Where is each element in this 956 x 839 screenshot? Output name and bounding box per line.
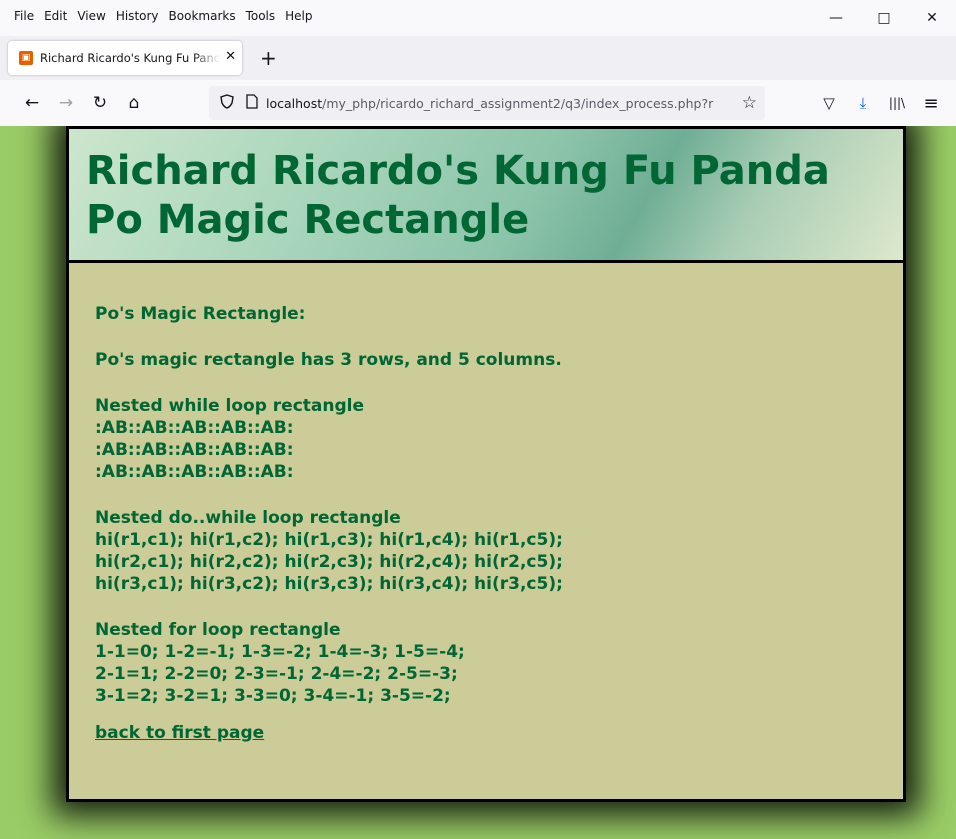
maximize-button[interactable]: □	[860, 0, 908, 36]
close-window-button[interactable]: ✕	[908, 0, 956, 36]
toolbar-right: ▽ ⤓ |||\ ≡	[812, 86, 948, 120]
section-heading: Po's Magic Rectangle:	[95, 304, 306, 324]
menu-tools[interactable]: Tools	[246, 9, 276, 23]
bookmark-star-icon[interactable]: ☆	[742, 93, 757, 113]
for-row: 2-1=1; 2-2=0; 2-3=-1; 2-4=-2; 2-5=-3;	[95, 664, 458, 684]
for-row: 1-1=0; 1-2=-1; 1-3=-2; 1-4=-3; 1-5=-4;	[95, 642, 465, 662]
menu-edit[interactable]: Edit	[44, 9, 67, 23]
url-bar[interactable]: localhost/my_php/ricardo_richard_assignm…	[209, 86, 765, 120]
while-loop-title: Nested while loop rectangle	[95, 396, 365, 416]
page-title-line2: Po Magic Rectangle	[86, 197, 530, 243]
url-path: /my_php/ricardo_richard_assignment2/q3/i…	[322, 95, 714, 111]
while-row: :AB::AB::AB::AB::AB:	[95, 462, 294, 482]
for-row: 3-1=2; 3-2=1; 3-3=0; 3-4=-1; 3-5=-2;	[95, 686, 451, 706]
window-controls: — □ ✕	[812, 0, 956, 36]
reload-button[interactable]: ↻	[83, 86, 117, 120]
while-row: :AB::AB::AB::AB::AB:	[95, 440, 294, 460]
menu-help[interactable]: Help	[285, 9, 312, 23]
pocket-icon[interactable]: ▽	[812, 86, 846, 120]
do-while-row: hi(r2,c1); hi(r2,c2); hi(r2,c3); hi(r2,c…	[95, 552, 563, 572]
do-while-row: hi(r3,c1); hi(r3,c2); hi(r3,c3); hi(r3,c…	[95, 574, 563, 594]
menu-items: File Edit View History Bookmarks Tools H…	[0, 0, 313, 23]
menu-view[interactable]: View	[77, 9, 105, 23]
tab-close-icon[interactable]: ✕	[225, 49, 236, 64]
url-text[interactable]: localhost/my_php/ricardo_richard_assignm…	[266, 96, 718, 111]
menu-file[interactable]: File	[14, 9, 34, 23]
do-while-row: hi(r1,c1); hi(r1,c2); hi(r1,c3); hi(r1,c…	[95, 530, 563, 550]
page-content: Po's Magic Rectangle: Po's magic rectang…	[69, 263, 903, 743]
page-viewport: Richard Ricardo's Kung Fu Panda Po Magic…	[0, 126, 956, 839]
do-while-loop-title: Nested do..while loop rectangle	[95, 508, 401, 528]
nav-bar: ← → ↻ ⌂ localhost/my_php/ricardo_richard…	[0, 80, 956, 126]
tracking-shield-icon[interactable]	[220, 93, 234, 113]
page-title: Richard Ricardo's Kung Fu Panda Po Magic…	[86, 147, 903, 245]
url-host: localhost	[266, 95, 323, 111]
page-title-line1: Richard Ricardo's Kung Fu Panda	[86, 148, 830, 194]
tab-bar: ▣ Richard Ricardo's Kung Fu Panda Po Mag…	[0, 36, 956, 80]
menu-bookmarks[interactable]: Bookmarks	[169, 9, 236, 23]
minimize-button[interactable]: —	[812, 0, 860, 36]
content-card: Richard Ricardo's Kung Fu Panda Po Magic…	[66, 126, 906, 802]
library-icon[interactable]: |||\	[880, 86, 914, 120]
browser-tab[interactable]: ▣ Richard Ricardo's Kung Fu Panda Po Mag…	[8, 41, 242, 75]
page-info-icon[interactable]	[246, 93, 258, 113]
xampp-favicon-icon: ▣	[19, 51, 33, 65]
tab-title: Richard Ricardo's Kung Fu Panda Po Magic…	[40, 51, 220, 65]
forward-button[interactable]: →	[49, 86, 83, 120]
home-button[interactable]: ⌂	[117, 86, 151, 120]
rectangle-summary: Po's magic rectangle has 3 rows, and 5 c…	[95, 350, 562, 370]
menu-history[interactable]: History	[116, 9, 159, 23]
app-menu-icon[interactable]: ≡	[914, 86, 948, 120]
menu-bar: File Edit View History Bookmarks Tools H…	[0, 0, 956, 36]
while-row: :AB::AB::AB::AB::AB:	[95, 418, 294, 438]
page-header: Richard Ricardo's Kung Fu Panda Po Magic…	[69, 129, 903, 263]
new-tab-button[interactable]: +	[260, 46, 277, 70]
for-loop-title: Nested for loop rectangle	[95, 620, 341, 640]
download-icon[interactable]: ⤓	[846, 86, 880, 120]
back-button[interactable]: ←	[15, 86, 49, 120]
back-to-first-page-link[interactable]: back to first page	[95, 723, 264, 743]
